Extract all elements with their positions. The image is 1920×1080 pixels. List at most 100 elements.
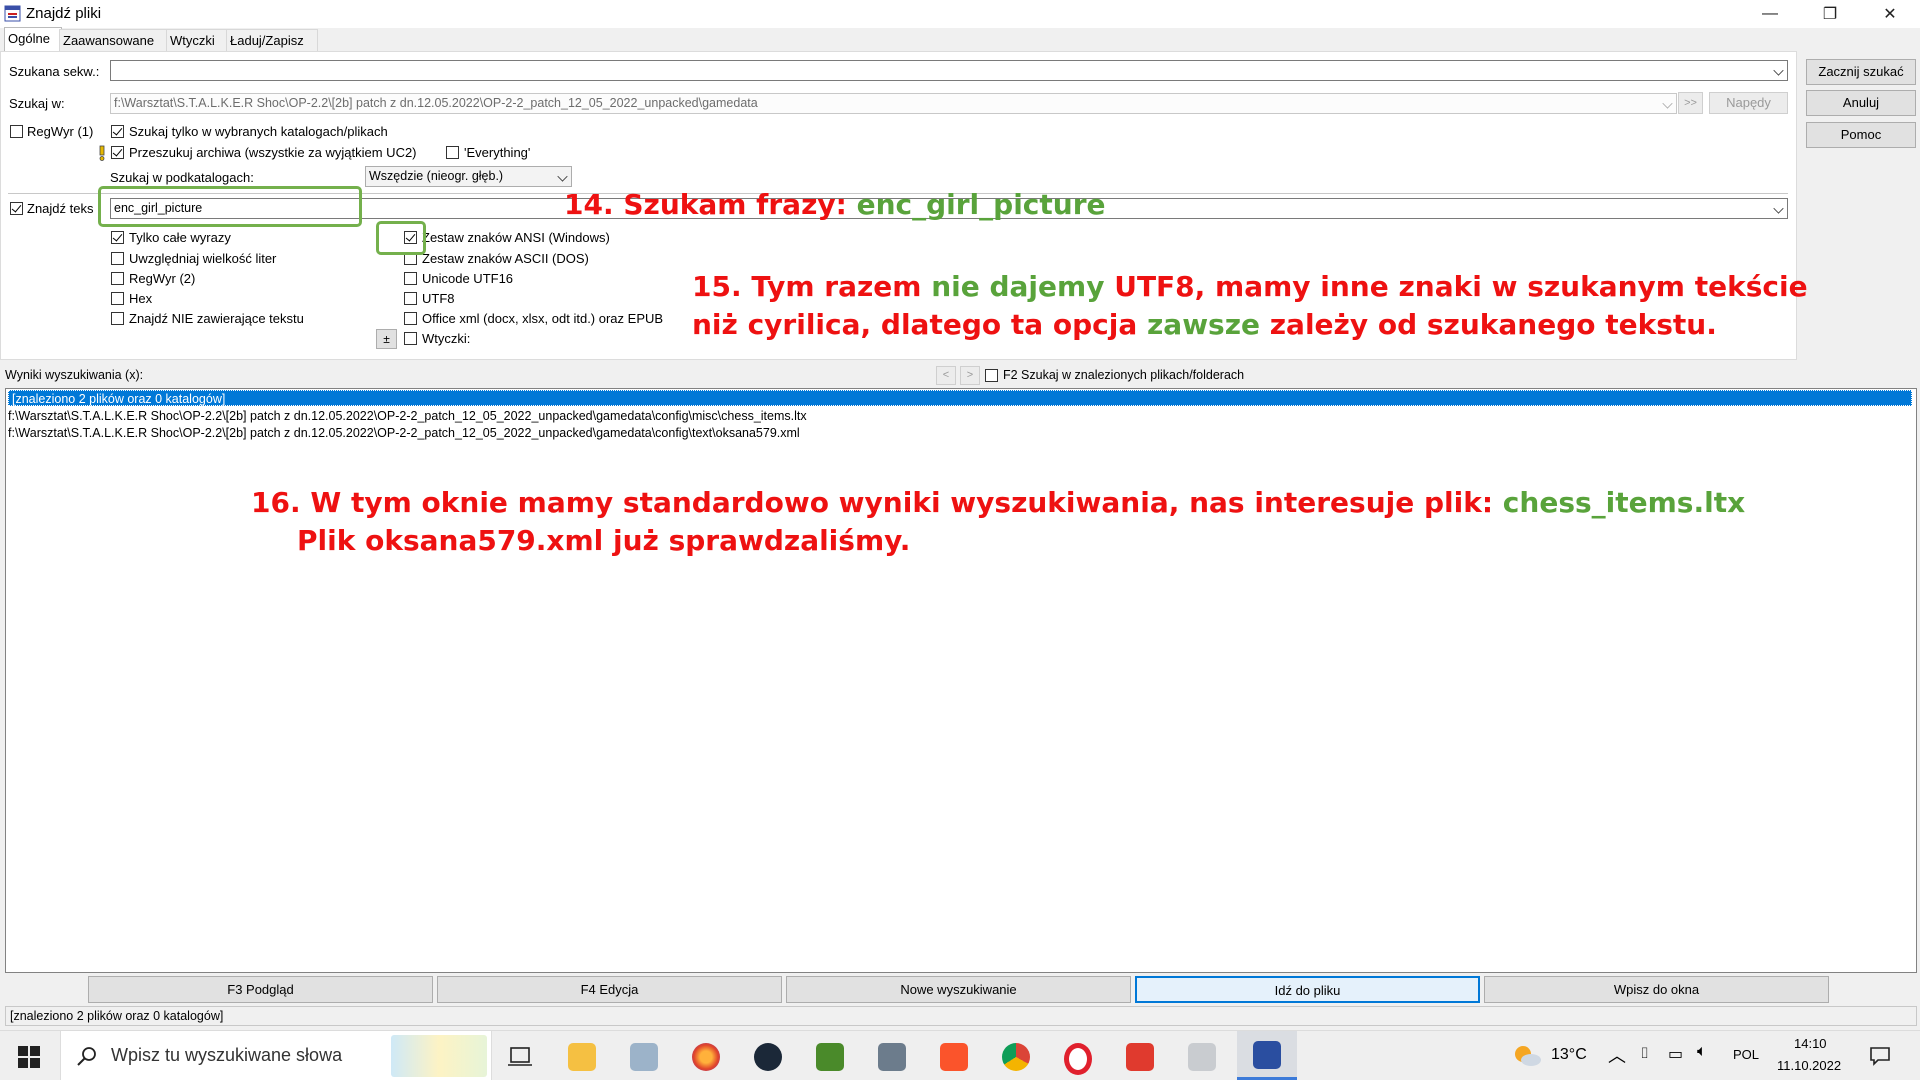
annotation-14-text: 14. Szukam frazy:	[564, 188, 857, 221]
utf16-label: Unicode UTF16	[422, 271, 514, 286]
archives-checkbox[interactable]	[111, 146, 124, 159]
annotation-15-highlight: zawsze	[1147, 308, 1261, 341]
regex1-label: RegWyr (1)	[27, 124, 94, 139]
highlight-ansi	[376, 221, 426, 255]
chrome-icon[interactable]	[1002, 1043, 1030, 1071]
chevron-up-icon[interactable]: ︿	[1608, 1042, 1626, 1068]
search-for-combo[interactable]	[110, 60, 1788, 81]
more-button[interactable]: >>	[1678, 92, 1703, 114]
subdirs-value: Wszędzie (nieogr. głęb.)	[369, 169, 504, 183]
results-summary-row[interactable]: [znaleziono 2 plików oraz 0 katalogów]	[8, 390, 1912, 406]
search-in-combo[interactable]: f:\Warsztat\S.T.A.L.K.E.R Shoc\OP-2.2\[2…	[110, 93, 1677, 114]
result-row-oksana[interactable]: f:\Warsztat\S.T.A.L.K.E.R Shoc\OP-2.2\[2…	[8, 425, 800, 441]
hex-label: Hex	[129, 291, 153, 306]
utf8-checkbox[interactable]	[404, 292, 417, 305]
ansi-label: Zestaw znaków ANSI (Windows)	[422, 230, 610, 245]
clock-date[interactable]: 11.10.2022	[1777, 1058, 1841, 1073]
whole-words-checkbox[interactable]	[111, 231, 124, 244]
close-button[interactable]: ✕	[1860, 0, 1920, 28]
search-for-label: Szukana sekw.:	[9, 64, 100, 79]
help-button[interactable]: Pomoc	[1806, 122, 1916, 148]
game-icon[interactable]	[816, 1043, 844, 1071]
taskbar-search-placeholder: Wpisz tu wyszukiwane słowa	[111, 1045, 343, 1065]
only-selected-dirs-checkbox[interactable]	[111, 125, 124, 138]
edit-button[interactable]: F4 Edycja	[437, 976, 782, 1003]
annotation-16-filename: chess_items.ltx	[1502, 486, 1746, 519]
regex2-label: RegWyr (2)	[129, 271, 196, 286]
whole-words-label: Tylko całe wyrazy	[129, 230, 231, 245]
annotation-14: 14. Szukam frazy: enc_girl_picture	[564, 188, 1106, 221]
firefox-icon[interactable]	[692, 1043, 720, 1071]
total-commander-active-tab[interactable]	[1237, 1031, 1297, 1080]
annotation-15-part: zależy od szukanego tekstu.	[1260, 308, 1717, 341]
minimize-button[interactable]: —	[1740, 0, 1800, 28]
maximize-button[interactable]: ❐	[1800, 0, 1860, 28]
utf16-checkbox[interactable]	[404, 272, 417, 285]
plugins-toggle-button[interactable]: ±	[376, 329, 397, 349]
subdirs-select[interactable]: Wszędzie (nieogr. głęb.)	[365, 166, 572, 187]
f2-search-checkbox[interactable]	[985, 369, 998, 382]
annotation-15: 15. Tym razem nie dajemy UTF8, mamy inne…	[692, 268, 1808, 344]
results-prev-button[interactable]: <	[936, 366, 956, 385]
not-containing-label: Znajdź NIE zawierające tekstu	[129, 311, 304, 326]
clock-time[interactable]: 14:10	[1794, 1036, 1827, 1051]
notification-icon[interactable]	[1870, 1046, 1890, 1066]
chevron-down-icon	[1662, 98, 1673, 109]
office-xml-checkbox[interactable]	[404, 312, 417, 325]
camera-icon[interactable]: ⌷	[1640, 1045, 1649, 1062]
remote-desktop-icon[interactable]	[630, 1043, 658, 1071]
annotation-15-part: niż cyrilica, dlatego ta opcja	[692, 308, 1147, 341]
find-text-checkbox[interactable]	[10, 202, 23, 215]
file-explorer-icon[interactable]	[568, 1043, 596, 1071]
preview-button[interactable]: F3 Podgląd	[88, 976, 433, 1003]
f2-search-label: F2 Szukaj w znalezionych plikach/foldera…	[1003, 368, 1245, 382]
feed-to-listbox-button[interactable]: Wpisz do okna	[1484, 976, 1829, 1003]
regex1-checkbox[interactable]	[10, 125, 23, 138]
taskbar-search-box[interactable]: Wpisz tu wyszukiwane słowa	[60, 1031, 492, 1080]
tab-general[interactable]: Ogólne	[4, 27, 62, 52]
search-icon	[77, 1047, 96, 1066]
match-case-checkbox[interactable]	[111, 252, 124, 265]
brave-icon[interactable]	[940, 1043, 968, 1071]
tab-plugins[interactable]: Wtyczki	[166, 29, 229, 51]
title-bar: Znajdź pliki — ❐ ✕	[0, 0, 1920, 28]
weather-icon[interactable]	[1512, 1044, 1542, 1068]
not-containing-checkbox[interactable]	[111, 312, 124, 325]
results-label: Wyniki wyszukiwania (x):	[5, 368, 144, 382]
opera-icon[interactable]	[1064, 1043, 1092, 1075]
vivaldi-icon[interactable]	[1126, 1043, 1154, 1071]
volume-icon[interactable]: 🔈︎	[1697, 1043, 1707, 1061]
calculator-icon[interactable]	[878, 1043, 906, 1071]
search-in-label: Szukaj w:	[9, 96, 65, 111]
windows-start-icon[interactable]	[18, 1046, 40, 1068]
highlight-find-text	[98, 186, 362, 227]
subdirs-label: Szukaj w podkatalogach:	[110, 170, 254, 185]
cloud-app-icon[interactable]	[1188, 1043, 1216, 1071]
chevron-down-icon	[557, 171, 568, 182]
hex-checkbox[interactable]	[111, 292, 124, 305]
start-search-button[interactable]: Zacznij szukać	[1806, 59, 1916, 85]
search-in-value: f:\Warsztat\S.T.A.L.K.E.R Shoc\OP-2.2\[2…	[114, 96, 758, 110]
regex2-checkbox[interactable]	[111, 272, 124, 285]
status-bar: [znaleziono 2 plików oraz 0 katalogów]	[5, 1006, 1917, 1026]
annotation-15-highlight: nie dajemy	[931, 270, 1105, 303]
temperature: 13°C	[1551, 1046, 1587, 1063]
network-icon[interactable]: ▭	[1668, 1044, 1683, 1064]
tab-load-save[interactable]: Ładuj/Zapisz	[226, 29, 318, 51]
results-list[interactable]: [znaleziono 2 plików oraz 0 katalogów] f…	[5, 388, 1917, 973]
tab-advanced[interactable]: Zaawansowane	[59, 29, 169, 51]
new-search-button[interactable]: Nowe wyszukiwanie	[786, 976, 1131, 1003]
results-next-button[interactable]: >	[960, 366, 980, 385]
plugins-checkbox[interactable]	[404, 332, 417, 345]
cancel-button[interactable]: Anuluj	[1806, 90, 1916, 116]
floppy-disk-icon	[1253, 1041, 1281, 1069]
drives-button[interactable]: Napędy	[1709, 92, 1788, 114]
plugins-label: Wtyczki:	[422, 331, 471, 346]
task-view-icon[interactable]	[508, 1045, 532, 1067]
everything-checkbox[interactable]	[446, 146, 459, 159]
input-language[interactable]: POL	[1733, 1047, 1759, 1062]
ascii-label: Zestaw znaków ASCII (DOS)	[422, 251, 589, 266]
result-row-chess-items[interactable]: f:\Warsztat\S.T.A.L.K.E.R Shoc\OP-2.2\[2…	[8, 408, 807, 424]
steam-icon[interactable]	[754, 1043, 782, 1071]
go-to-file-button[interactable]: Idź do pliku	[1135, 976, 1480, 1003]
